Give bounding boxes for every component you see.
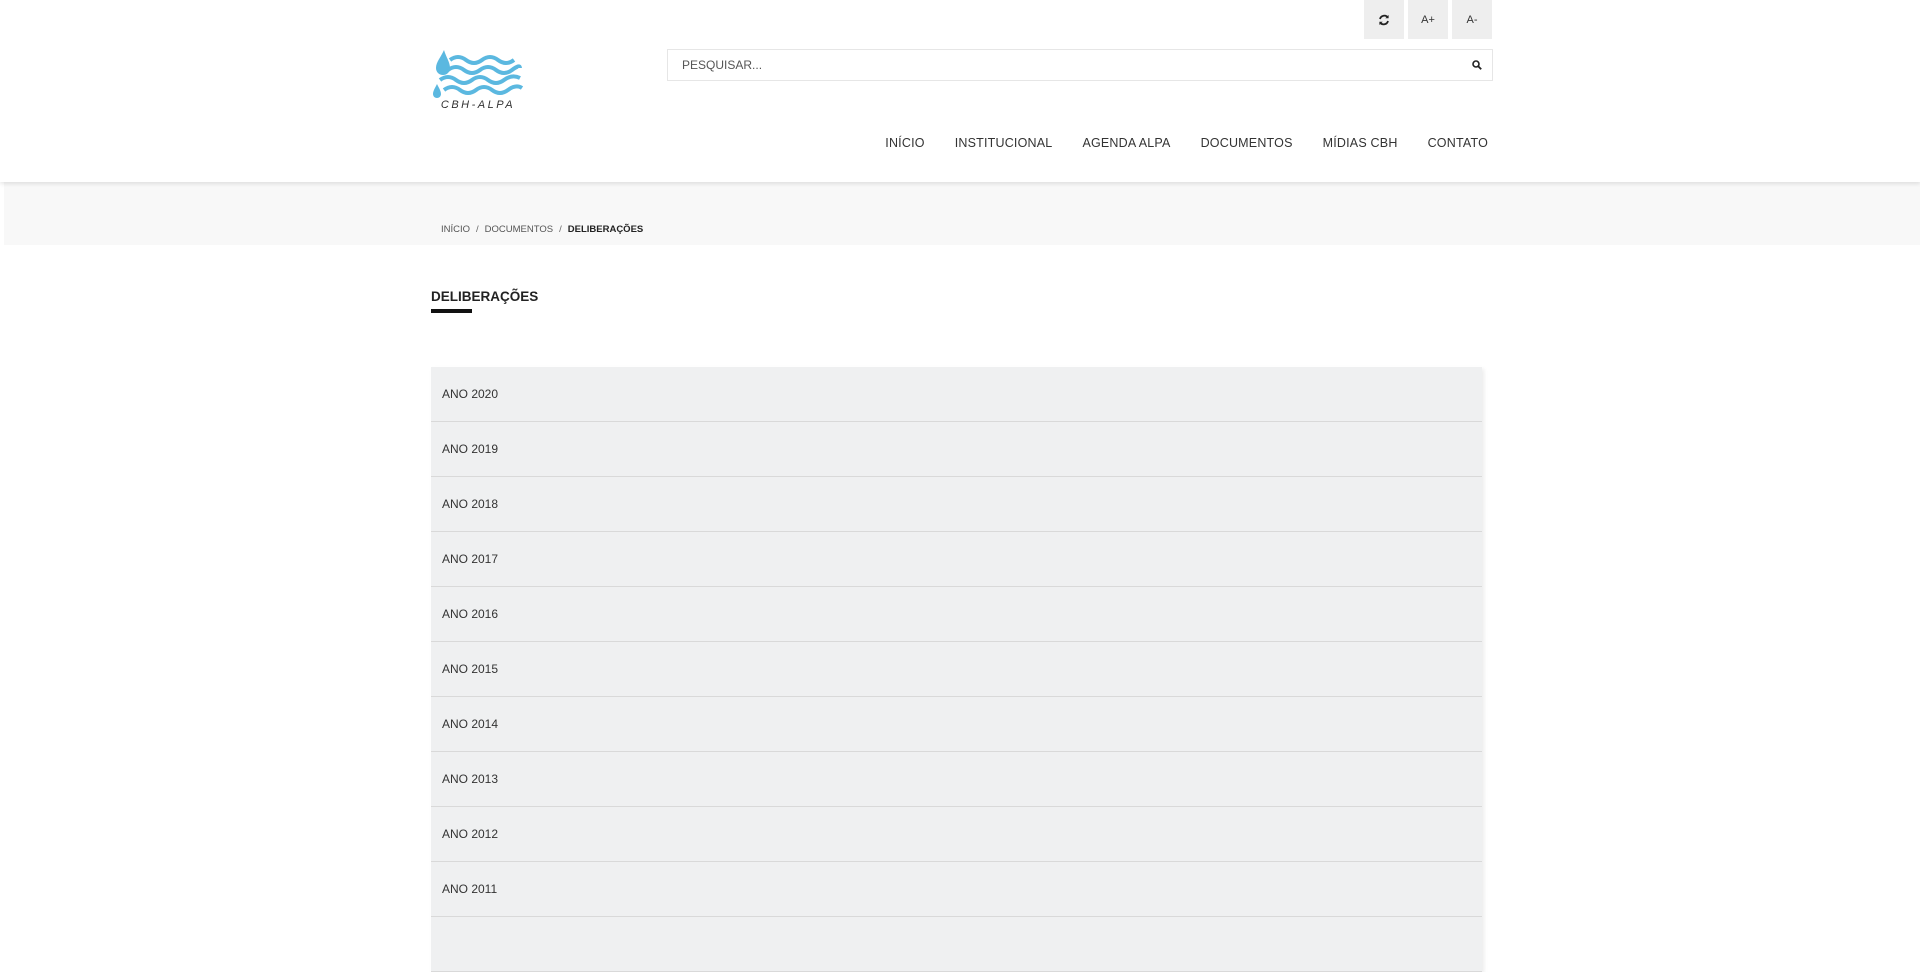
refresh-button[interactable] [1364, 0, 1404, 39]
year-item-2014[interactable]: ANO 2014 [431, 697, 1482, 752]
main-navigation: INÍCIO INSTITUCIONAL AGENDA ALPA DOCUMEN… [885, 136, 1488, 150]
site-logo[interactable]: CBH-ALPA [430, 48, 524, 112]
site-header: A+ A- CBH-ALPA INÍCIO INSTITUCIONAL AGEN… [0, 0, 1920, 182]
title-underline [431, 309, 472, 313]
decrease-font-label: A- [1466, 13, 1478, 26]
year-item-2020[interactable]: ANO 2020 [431, 367, 1482, 422]
search-bar [667, 49, 1493, 81]
page-title: DELIBERAÇÕES [431, 289, 539, 304]
nav-item-institucional[interactable]: INSTITUCIONAL [955, 136, 1053, 150]
year-item-2018[interactable]: ANO 2018 [431, 477, 1482, 532]
breadcrumb-home-link[interactable]: INÍCIO [441, 224, 470, 235]
year-item-2011[interactable]: ANO 2011 [431, 862, 1482, 917]
search-icon [1472, 60, 1482, 70]
nav-item-agenda-alpa[interactable]: AGENDA ALPA [1082, 136, 1170, 150]
search-input[interactable] [668, 50, 1462, 80]
breadcrumb-separator: / [559, 224, 562, 235]
breadcrumb: INÍCIO / DOCUMENTOS / DELIBERAÇÕES [441, 224, 643, 235]
accessibility-toolbar: A+ A- [1364, 0, 1492, 39]
nav-item-contato[interactable]: CONTATO [1428, 136, 1488, 150]
logo-image: CBH-ALPA [433, 50, 524, 111]
year-item-partial[interactable] [431, 917, 1482, 972]
breadcrumb-band: INÍCIO / DOCUMENTOS / DELIBERAÇÕES [4, 182, 1920, 245]
nav-item-inicio[interactable]: INÍCIO [885, 136, 924, 150]
increase-font-label: A+ [1421, 13, 1435, 26]
increase-font-button[interactable]: A+ [1408, 0, 1448, 39]
nav-item-documentos[interactable]: DOCUMENTOS [1201, 136, 1293, 150]
breadcrumb-documentos-link[interactable]: DOCUMENTOS [485, 224, 553, 235]
year-item-2019[interactable]: ANO 2019 [431, 422, 1482, 477]
breadcrumb-current: DELIBERAÇÕES [567, 224, 644, 235]
year-accordion-list: ANO 2020 ANO 2019 ANO 2018 ANO 2017 ANO … [431, 367, 1482, 972]
year-item-2017[interactable]: ANO 2017 [431, 532, 1482, 587]
search-button[interactable] [1462, 50, 1492, 80]
year-item-2012[interactable]: ANO 2012 [431, 807, 1482, 862]
breadcrumb-separator: / [476, 224, 479, 235]
nav-item-midias-cbh[interactable]: MÍDIAS CBH [1323, 136, 1398, 150]
refresh-icon [1379, 14, 1389, 25]
year-item-2013[interactable]: ANO 2013 [431, 752, 1482, 807]
decrease-font-button[interactable]: A- [1452, 0, 1492, 39]
logo-text: CBH-ALPA [441, 99, 515, 111]
year-item-2016[interactable]: ANO 2016 [431, 587, 1482, 642]
year-item-2015[interactable]: ANO 2015 [431, 642, 1482, 697]
